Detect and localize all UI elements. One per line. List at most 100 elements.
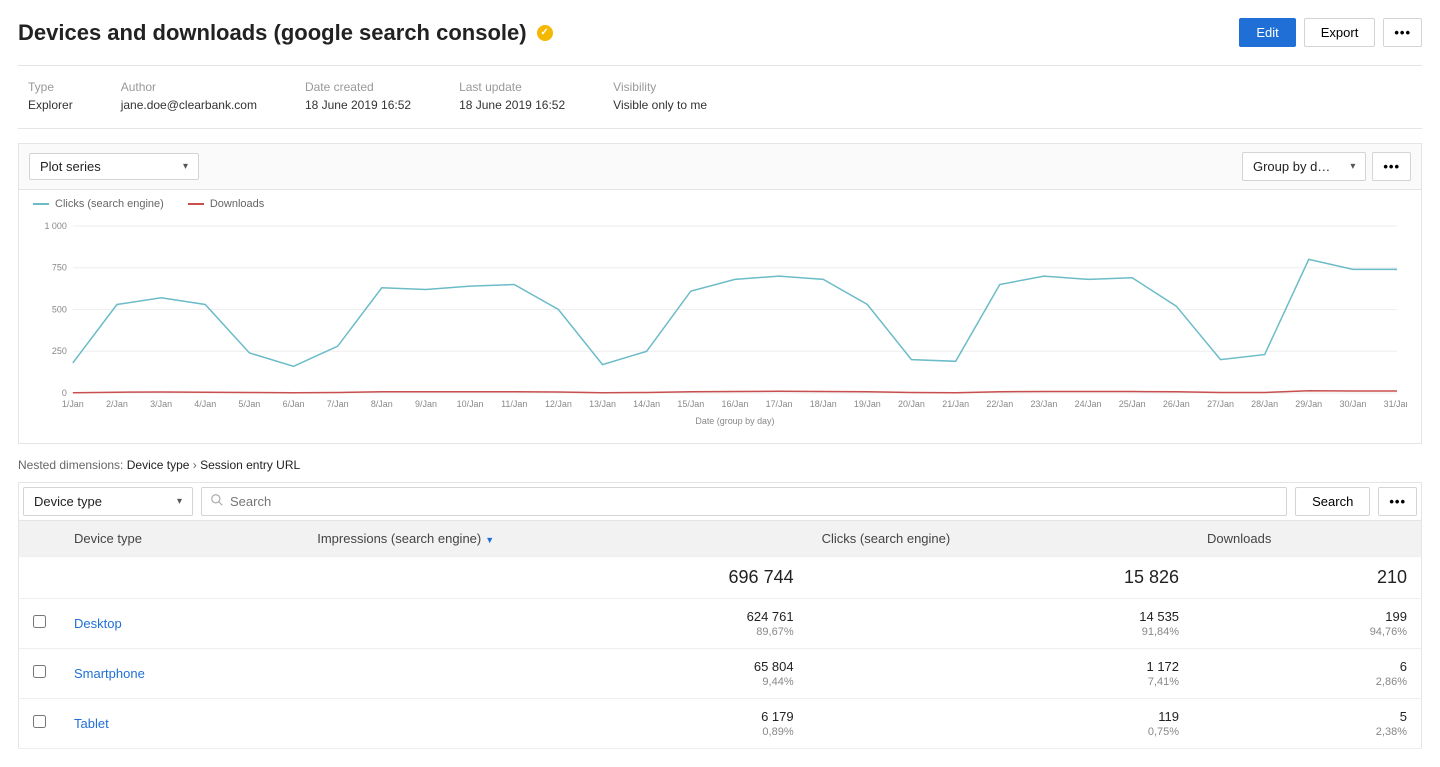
svg-text:1 000: 1 000 — [44, 221, 66, 231]
svg-text:23/Jan: 23/Jan — [1030, 399, 1057, 409]
cell-clicks: 14 53591,84% — [808, 598, 1193, 648]
chevron-down-icon: ▾ — [177, 496, 182, 507]
col-downloads[interactable]: Downloads — [1193, 520, 1421, 556]
col-clicks-label: Clicks (search engine) — [822, 531, 951, 546]
table-row: Smartphone 65 8049,44%1 1727,41%62,86% — [19, 648, 1422, 698]
svg-text:9/Jan: 9/Jan — [415, 399, 437, 409]
more-icon: ••• — [1383, 159, 1400, 174]
svg-text:4/Jan: 4/Jan — [194, 399, 216, 409]
legend-clicks-label: Clicks (search engine) — [55, 198, 164, 210]
line-chart: 02505007501 0001/Jan2/Jan3/Jan4/Jan5/Jan… — [33, 218, 1407, 428]
svg-text:26/Jan: 26/Jan — [1163, 399, 1190, 409]
total-downloads: 210 — [1193, 556, 1421, 598]
nested-dim2: Session entry URL — [200, 458, 300, 472]
svg-text:25/Jan: 25/Jan — [1119, 399, 1146, 409]
meta-visibility-label: Visibility — [613, 80, 707, 94]
svg-text:0: 0 — [62, 388, 67, 398]
col-impressions[interactable]: Impressions (search engine)▼ — [303, 520, 807, 556]
search-button[interactable]: Search — [1295, 487, 1370, 516]
svg-text:750: 750 — [52, 262, 67, 272]
nested-dimensions: Nested dimensions: Device type › Session… — [18, 444, 1422, 482]
table-row: Desktop 624 76189,67%14 53591,84%19994,76… — [19, 598, 1422, 648]
device-link[interactable]: Tablet — [74, 716, 109, 731]
svg-text:24/Jan: 24/Jan — [1075, 399, 1102, 409]
cell-clicks: 1190,75% — [808, 698, 1193, 748]
legend-swatch-downloads — [188, 203, 204, 205]
total-clicks: 15 826 — [808, 556, 1193, 598]
svg-text:3/Jan: 3/Jan — [150, 399, 172, 409]
legend-downloads-label: Downloads — [210, 198, 264, 210]
meta-updated-value: 18 June 2019 16:52 — [459, 98, 565, 114]
cell-downloads: 52,38% — [1193, 698, 1421, 748]
edit-button[interactable]: Edit — [1239, 18, 1295, 47]
meta-created-value: 18 June 2019 16:52 — [305, 98, 411, 114]
table-total-row: 696 74415 826210 — [19, 556, 1422, 598]
meta-created-label: Date created — [305, 80, 411, 94]
col-impressions-label: Impressions (search engine) — [317, 531, 481, 546]
chevron-down-icon: ▾ — [1350, 161, 1355, 172]
svg-text:13/Jan: 13/Jan — [589, 399, 616, 409]
more-button[interactable]: ••• — [1383, 18, 1422, 47]
legend-downloads[interactable]: Downloads — [188, 198, 264, 210]
legend-swatch-clicks — [33, 203, 49, 205]
cell-downloads: 62,86% — [1193, 648, 1421, 698]
svg-text:31/Jan: 31/Jan — [1384, 399, 1407, 409]
svg-text:19/Jan: 19/Jan — [854, 399, 881, 409]
row-checkbox[interactable] — [33, 665, 46, 678]
svg-text:Date (group by day): Date (group by day) — [695, 416, 774, 426]
chevron-down-icon: ▾ — [183, 161, 188, 172]
group-by-label: Group by d… — [1253, 159, 1330, 174]
meta-type-label: Type — [28, 80, 73, 94]
svg-text:11/Jan: 11/Jan — [501, 399, 527, 409]
svg-text:7/Jan: 7/Jan — [327, 399, 349, 409]
cell-downloads: 19994,76% — [1193, 598, 1421, 648]
table-row: Tablet6 1790,89%1190,75%52,38% — [19, 698, 1422, 748]
cell-impressions: 624 76189,67% — [303, 598, 807, 648]
row-checkbox[interactable] — [33, 615, 46, 628]
svg-text:6/Jan: 6/Jan — [283, 399, 305, 409]
more-icon: ••• — [1394, 25, 1411, 40]
nested-prefix: Nested dimensions: — [18, 458, 127, 472]
col-clicks[interactable]: Clicks (search engine) — [808, 520, 1193, 556]
meta-type-value: Explorer — [28, 98, 73, 114]
table-more-button[interactable]: ••• — [1378, 487, 1417, 516]
svg-text:18/Jan: 18/Jan — [810, 399, 837, 409]
col-checkbox — [19, 520, 61, 556]
row-checkbox[interactable] — [33, 715, 46, 728]
col-downloads-label: Downloads — [1207, 531, 1271, 546]
svg-text:250: 250 — [52, 346, 67, 356]
export-button[interactable]: Export — [1304, 18, 1376, 47]
more-icon: ••• — [1389, 494, 1406, 509]
legend-clicks[interactable]: Clicks (search engine) — [33, 198, 164, 210]
svg-text:21/Jan: 21/Jan — [942, 399, 969, 409]
svg-text:12/Jan: 12/Jan — [545, 399, 572, 409]
cell-clicks: 1 1727,41% — [808, 648, 1193, 698]
svg-text:1/Jan: 1/Jan — [62, 399, 84, 409]
search-input[interactable] — [224, 488, 1278, 515]
svg-text:8/Jan: 8/Jan — [371, 399, 393, 409]
svg-text:500: 500 — [52, 304, 67, 314]
svg-text:29/Jan: 29/Jan — [1295, 399, 1322, 409]
meta-updated-label: Last update — [459, 80, 565, 94]
dimension-select[interactable]: Device type ▾ — [23, 487, 193, 516]
cell-impressions: 65 8049,44% — [303, 648, 807, 698]
meta-author-label: Author — [121, 80, 257, 94]
page-title: Devices and downloads (google search con… — [18, 20, 527, 46]
data-table: Device type Impressions (search engine)▼… — [18, 520, 1422, 749]
svg-text:5/Jan: 5/Jan — [238, 399, 260, 409]
svg-text:20/Jan: 20/Jan — [898, 399, 925, 409]
device-link[interactable]: Desktop — [74, 616, 122, 631]
nested-sep: › — [189, 458, 200, 472]
group-by-select[interactable]: Group by d… ▾ — [1242, 152, 1366, 181]
svg-text:28/Jan: 28/Jan — [1251, 399, 1278, 409]
dimension-select-label: Device type — [34, 494, 102, 509]
chart-panel: Plot series ▾ Group by d… ▾ ••• Clicks (… — [18, 143, 1422, 444]
chart-more-button[interactable]: ••• — [1372, 152, 1411, 181]
nested-dim1: Device type — [127, 458, 190, 472]
device-link[interactable]: Smartphone — [74, 666, 145, 681]
plot-series-select[interactable]: Plot series ▾ — [29, 153, 199, 180]
col-device[interactable]: Device type — [60, 520, 303, 556]
search-icon — [210, 493, 224, 510]
meta-author-value: jane.doe@clearbank.com — [121, 98, 257, 114]
meta-visibility-value: Visible only to me — [613, 98, 707, 114]
